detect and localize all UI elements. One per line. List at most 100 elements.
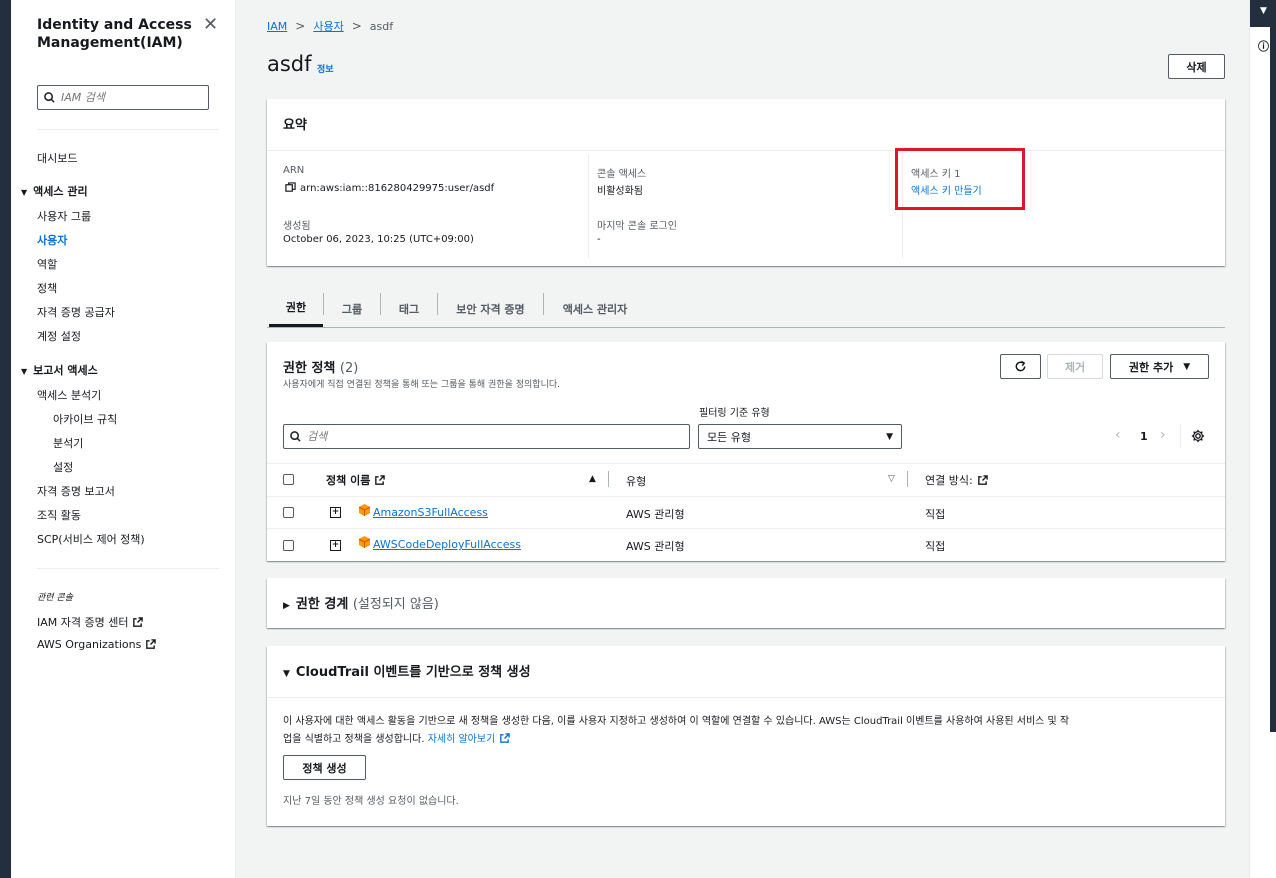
sidebar-item-account-settings[interactable]: 계정 설정 bbox=[37, 328, 81, 344]
summary-header bbox=[267, 99, 1225, 151]
browser-left-edge bbox=[0, 0, 11, 878]
refresh-button[interactable] bbox=[1000, 354, 1041, 379]
sidebar-item-roles[interactable]: 역할 bbox=[37, 256, 57, 272]
sidebar-search-input[interactable] bbox=[61, 91, 201, 104]
copy-icon[interactable] bbox=[285, 182, 296, 193]
policy-link[interactable]: AmazonS3FullAccess bbox=[373, 506, 488, 519]
sidebar-item-identity-providers[interactable]: 자격 증명 공급자 bbox=[37, 304, 115, 320]
filter-type-value: 모든 유형 bbox=[707, 430, 751, 444]
divider bbox=[37, 129, 219, 130]
breadcrumb-iam[interactable]: IAM bbox=[267, 20, 287, 33]
policy-search-input[interactable] bbox=[307, 430, 607, 443]
column-header-policy-name[interactable]: 정책 이름 bbox=[326, 472, 386, 488]
tab-groups[interactable]: 그룹 bbox=[324, 290, 380, 327]
arn-label: ARN bbox=[283, 165, 305, 176]
chevron-right-icon: > bbox=[295, 19, 306, 33]
caret-down-icon: ▼ bbox=[886, 431, 893, 442]
sidebar-item-archive-rules[interactable]: 아카이브 규칙 bbox=[53, 411, 117, 427]
divider bbox=[608, 471, 609, 487]
divider bbox=[267, 463, 1225, 464]
external-link-icon bbox=[500, 733, 511, 743]
row-checkbox[interactable] bbox=[283, 507, 294, 518]
tab-tags[interactable]: 태그 bbox=[381, 290, 437, 327]
expand-icon[interactable]: + bbox=[330, 507, 341, 518]
sidebar-item-organization-activity[interactable]: 조직 활동 bbox=[37, 507, 81, 523]
info-icon[interactable]: ⓘ bbox=[1250, 38, 1276, 54]
permissions-boundary-panel[interactable]: ▶ 권한 경계 (설정되지 않음) bbox=[267, 578, 1225, 628]
sidebar-item-credential-report[interactable]: 자격 증명 보고서 bbox=[37, 483, 115, 499]
cloudtrail-description-line1: 이 사용자에 대한 액세스 활동을 기반으로 새 정책을 생성한 다음, 이를 … bbox=[283, 716, 1070, 727]
tab-bar: 권한 그룹 태그 보안 자격 증명 액세스 관리자 bbox=[267, 290, 1225, 328]
filter-type-select[interactable]: 모든 유형 ▼ bbox=[698, 424, 902, 449]
column-label: 정책 이름 bbox=[326, 474, 371, 487]
sidebar-item-policies[interactable]: 정책 bbox=[37, 280, 57, 296]
add-permissions-button[interactable]: 권한 추가 ▼ bbox=[1110, 354, 1209, 379]
column-header-attached-via[interactable]: 연결 방식: bbox=[925, 472, 988, 488]
sidebar-item-dashboard[interactable]: 대시보드 bbox=[37, 150, 77, 166]
sidebar-item-users[interactable]: 사용자 bbox=[37, 232, 67, 248]
permissions-boundary-heading[interactable]: ▶ 권한 경계 (설정되지 않음) bbox=[283, 593, 439, 612]
cloudtrail-panel: ▼ CloudTrail 이벤트를 기반으로 정책 생성 이 사용자에 대한 액세… bbox=[267, 646, 1225, 826]
pagination-page[interactable]: 1 bbox=[1140, 430, 1148, 443]
pagination-prev[interactable]: ‹ bbox=[1115, 427, 1121, 443]
sidebar-group-access-reports[interactable]: ▼ 보고서 액세스 bbox=[21, 362, 98, 378]
aws-managed-icon bbox=[358, 504, 371, 519]
refresh-icon bbox=[1015, 360, 1026, 372]
sidebar-item-settings[interactable]: 설정 bbox=[53, 459, 73, 475]
external-link-icon bbox=[375, 475, 386, 485]
caret-down-icon: ▼ bbox=[1183, 361, 1191, 372]
permissions-count: (2) bbox=[339, 361, 359, 376]
sidebar-link-organizations[interactable]: AWS Organizations bbox=[37, 638, 157, 651]
description-text: 업을 식별하고 정책을 생성합니다. bbox=[283, 734, 425, 745]
arn-text: arn:aws:iam::816280429975:user/asdf bbox=[300, 183, 495, 194]
policy-attached: 직접 bbox=[925, 508, 946, 521]
arn-value[interactable]: arn:aws:iam::816280429975:user/asdf bbox=[285, 182, 494, 194]
scrollbar[interactable] bbox=[1270, 27, 1276, 732]
close-icon[interactable]: ✕ bbox=[203, 14, 218, 35]
policy-type: AWS 관리형 bbox=[626, 540, 685, 553]
boundary-title: 권한 경계 bbox=[295, 597, 349, 612]
learn-more-link[interactable]: 자세히 알아보기 bbox=[428, 733, 511, 745]
divider bbox=[37, 568, 219, 569]
column-header-type[interactable]: 유형 bbox=[626, 473, 646, 489]
sidebar-item-analyzers[interactable]: 분석기 bbox=[53, 435, 83, 451]
sidebar-item-scp[interactable]: SCP(서비스 제어 정책) bbox=[37, 531, 145, 547]
settings-gear-icon[interactable] bbox=[1191, 429, 1205, 446]
aws-managed-icon bbox=[358, 536, 371, 551]
sidebar-item-user-groups[interactable]: 사용자 그룹 bbox=[37, 208, 91, 224]
last-login-label: 마지막 콘솔 로그인 bbox=[597, 221, 677, 232]
divider bbox=[1180, 424, 1181, 448]
breadcrumb-users[interactable]: 사용자 bbox=[313, 20, 343, 33]
generate-policy-button[interactable]: 정책 생성 bbox=[283, 755, 366, 780]
last-login-value: - bbox=[597, 234, 601, 245]
sort-ascending-icon[interactable]: ▲ bbox=[589, 474, 596, 484]
caret-down-icon[interactable]: ▼ bbox=[1250, 0, 1276, 27]
caret-down-icon: ▼ bbox=[21, 188, 28, 197]
page-title: asdf bbox=[267, 52, 312, 76]
sort-icon[interactable]: ▽ bbox=[888, 474, 895, 484]
created-value: October 06, 2023, 10:25 (UTC+09:00) bbox=[283, 234, 474, 245]
tab-permissions[interactable]: 권한 bbox=[269, 290, 323, 327]
caret-down-icon: ▼ bbox=[21, 367, 28, 376]
cloudtrail-description-line2: 업을 식별하고 정책을 생성합니다. 자세히 알아보기 bbox=[283, 730, 511, 745]
info-link[interactable]: 정보 bbox=[317, 62, 334, 75]
sidebar-group-access-management[interactable]: ▼ 액세스 관리 bbox=[21, 183, 88, 199]
row-checkbox[interactable] bbox=[283, 540, 294, 551]
select-all-checkbox[interactable] bbox=[283, 474, 294, 485]
expand-icon[interactable]: + bbox=[330, 540, 341, 551]
cloudtrail-heading[interactable]: ▼ CloudTrail 이벤트를 기반으로 정책 생성 bbox=[283, 661, 531, 680]
remove-button[interactable]: 제거 bbox=[1047, 354, 1103, 379]
permissions-title: 권한 정책 bbox=[283, 361, 336, 376]
sidebar-item-access-analyzer[interactable]: 액세스 분석기 bbox=[37, 387, 101, 403]
tab-security-credentials[interactable]: 보안 자격 증명 bbox=[438, 290, 543, 327]
sidebar-link-identity-center[interactable]: IAM 자격 증명 센터 bbox=[37, 614, 144, 630]
delete-button[interactable]: 삭제 bbox=[1168, 54, 1225, 79]
sidebar-search[interactable] bbox=[37, 85, 209, 110]
cloudtrail-title: CloudTrail 이벤트를 기반으로 정책 생성 bbox=[295, 665, 531, 680]
policy-search[interactable] bbox=[283, 424, 690, 449]
pagination-next[interactable]: › bbox=[1160, 427, 1166, 443]
policy-link[interactable]: AWSCodeDeployFullAccess bbox=[373, 538, 521, 551]
tab-access-advisor[interactable]: 액세스 관리자 bbox=[544, 290, 646, 327]
summary-panel: 요약 ARN arn:aws:iam::816280429975:user/as… bbox=[267, 99, 1225, 266]
search-icon bbox=[290, 431, 301, 442]
